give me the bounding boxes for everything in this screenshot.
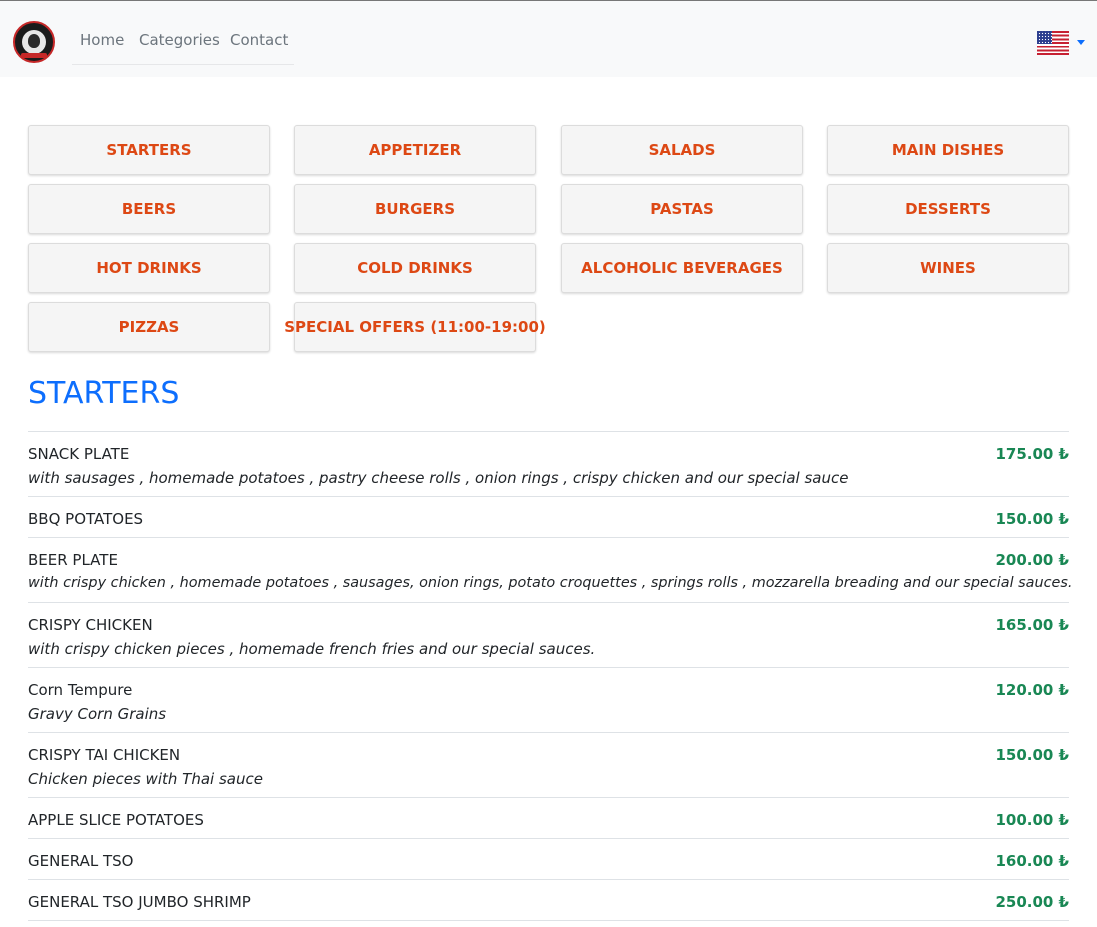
language-dropdown-caret-icon[interactable]: [1077, 40, 1085, 45]
item-price: 120.00 ₺: [995, 681, 1069, 699]
category-hot-drinks[interactable]: HOT DRINKS: [28, 243, 270, 293]
item-name: SNACK PLATE: [28, 445, 130, 463]
category-pizzas[interactable]: PIZZAS: [28, 302, 270, 352]
item-price: 200.00 ₺: [995, 551, 1069, 569]
category-beers[interactable]: BEERS: [28, 184, 270, 234]
item-name: GENERAL TSO: [28, 852, 134, 870]
category-starters[interactable]: STARTERS: [28, 125, 270, 175]
menu-item: BBQ POTATOES 150.00 ₺: [28, 497, 1069, 538]
menu-item: SNACK PLATE 175.00 ₺ with sausages , hom…: [28, 432, 1069, 497]
item-name: APPLE SLICE POTATOES: [28, 811, 204, 829]
item-description: with crispy chicken , homemade potatoes …: [28, 575, 1073, 591]
item-description: Gravy Corn Grains: [28, 705, 167, 723]
item-price: 165.00 ₺: [995, 616, 1069, 634]
nav-categories[interactable]: Categories: [139, 31, 220, 49]
menu-item: GENERAL TSO 160.00 ₺: [28, 839, 1069, 880]
item-price: 175.00 ₺: [995, 445, 1069, 463]
nav-home[interactable]: Home: [80, 31, 124, 49]
item-name: CRISPY TAI CHICKEN: [28, 746, 181, 764]
category-alcoholic-beverages[interactable]: ALCOHOLIC BEVERAGES: [561, 243, 803, 293]
menu-item: BEER PLATE 200.00 ₺ with crispy chicken …: [28, 538, 1073, 603]
category-pastas[interactable]: PASTAS: [561, 184, 803, 234]
menu-item: GENERAL TSO JUMBO SHRIMP 250.00 ₺: [28, 880, 1069, 921]
item-price: 100.00 ₺: [995, 811, 1069, 829]
category-salads[interactable]: SALADS: [561, 125, 803, 175]
category-main-dishes[interactable]: MAIN DISHES: [827, 125, 1069, 175]
logo-face-icon: [28, 34, 40, 48]
item-name: Corn Tempure: [28, 681, 133, 699]
section-title: STARTERS: [28, 376, 180, 411]
us-flag-icon[interactable]: [1037, 31, 1069, 55]
logo-ribbon: [21, 53, 47, 58]
category-special-offers[interactable]: SPECIAL OFFERS (11:00-19:00): [284, 302, 546, 352]
category-cold-drinks[interactable]: COLD DRINKS: [294, 243, 536, 293]
main-nav: Home Categories Contact: [72, 21, 294, 65]
item-price: 150.00 ₺: [995, 510, 1069, 528]
logo-emblem: [22, 30, 46, 54]
item-price: 160.00 ₺: [995, 852, 1069, 870]
item-name: GENERAL TSO JUMBO SHRIMP: [28, 893, 251, 911]
item-name: BBQ POTATOES: [28, 510, 144, 528]
item-price: 250.00 ₺: [995, 893, 1069, 911]
menu-item: CRISPY TAI CHICKEN 150.00 ₺ Chicken piec…: [28, 733, 1069, 798]
nav-contact[interactable]: Contact: [230, 31, 288, 49]
category-burgers[interactable]: BURGERS: [294, 184, 536, 234]
category-wines[interactable]: WINES: [827, 243, 1069, 293]
category-appetizer[interactable]: APPETIZER: [294, 125, 536, 175]
item-name: BEER PLATE: [28, 551, 118, 569]
navbar: Home Categories Contact: [0, 1, 1097, 77]
menu-item: Corn Tempure 120.00 ₺ Gravy Corn Grains: [28, 668, 1069, 733]
item-name: CRISPY CHICKEN: [28, 616, 153, 634]
item-description: with sausages , homemade potatoes , past…: [28, 469, 849, 487]
item-description: with crispy chicken pieces , homemade fr…: [28, 640, 596, 658]
item-description: Chicken pieces with Thai sauce: [28, 770, 263, 788]
menu-item: APPLE SLICE POTATOES 100.00 ₺: [28, 798, 1069, 839]
restaurant-logo[interactable]: [13, 21, 55, 63]
item-price: 150.00 ₺: [995, 746, 1069, 764]
flag-canton: [1037, 31, 1052, 44]
category-desserts[interactable]: DESSERTS: [827, 184, 1069, 234]
menu-item: CRISPY CHICKEN 165.00 ₺ with crispy chic…: [28, 603, 1069, 668]
